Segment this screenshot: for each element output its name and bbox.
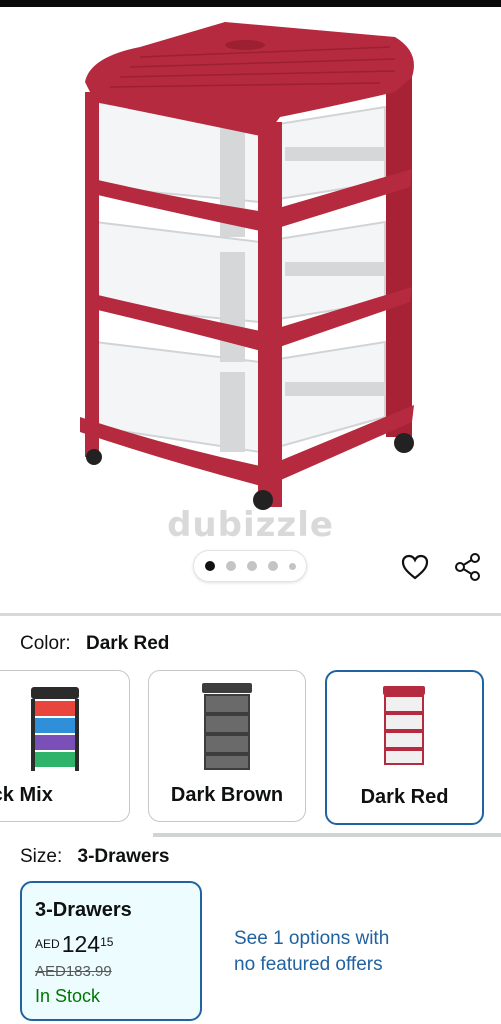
carousel-dot[interactable]: [225, 561, 236, 571]
stock-status: In Stock: [35, 986, 101, 1006]
swatch-image: [383, 686, 425, 765]
status-bar: [0, 0, 501, 7]
heart-icon[interactable]: [400, 552, 430, 582]
price: AED 124 15: [35, 931, 113, 958]
price-fraction: 15: [100, 935, 114, 949]
carousel-dot[interactable]: [204, 561, 215, 571]
image-carousel-indicator[interactable]: [193, 550, 307, 582]
swatch-image: [31, 687, 79, 771]
see-options-line: See 1 options with: [234, 928, 390, 949]
product-image[interactable]: dubizzle: [0, 7, 501, 607]
color-option-dark-red[interactable]: Dark Red: [325, 670, 484, 825]
size-option-title: 3-Drawers: [35, 899, 132, 921]
size-selector-label: Size: 3-Drawers: [20, 846, 169, 868]
carousel-dot[interactable]: [288, 562, 296, 570]
color-option-label: Dark Brown: [170, 784, 284, 806]
selected-color: Dark Red: [85, 633, 170, 654]
size-option-3-drawers[interactable]: 3-Drawers AED 124 15 AED183.99 In Stock: [20, 881, 202, 1021]
share-icon[interactable]: [453, 552, 483, 582]
see-options-line: no featured offers: [234, 954, 383, 975]
carousel-dot[interactable]: [246, 561, 257, 571]
was-price: AED183.99: [35, 963, 112, 980]
carousel-dot[interactable]: [267, 561, 278, 571]
selected-size: 3-Drawers: [77, 846, 170, 867]
size-label: Size:: [20, 846, 63, 867]
scroll-indicator: [153, 833, 501, 837]
see-options-link[interactable]: See 1 options with no featured offers: [234, 926, 434, 978]
watermark: dubizzle: [167, 505, 334, 545]
color-label: Color:: [20, 633, 71, 654]
color-option-black-mix[interactable]: lack Mix: [0, 670, 130, 822]
price-currency: AED: [35, 937, 60, 951]
color-option-label: Dark Red: [360, 786, 449, 808]
color-option-label: lack Mix: [0, 784, 53, 806]
color-selector-label: Color: Dark Red: [20, 633, 169, 655]
price-whole: 124: [61, 931, 101, 957]
color-option-dark-brown[interactable]: Dark Brown: [148, 670, 306, 822]
section-divider: [0, 613, 501, 616]
swatch-image: [202, 683, 252, 770]
